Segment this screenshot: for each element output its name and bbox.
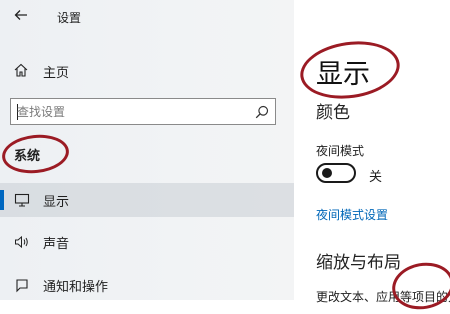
sidebar-item-display[interactable]: 显示 bbox=[0, 183, 294, 217]
sidebar-item-home[interactable]: 主页 bbox=[0, 58, 294, 84]
night-mode-toggle[interactable] bbox=[316, 163, 356, 183]
sidebar-item-label: 主页 bbox=[43, 66, 70, 81]
search-icon[interactable] bbox=[255, 104, 269, 119]
sidebar-item-sound[interactable]: 声音 bbox=[0, 225, 294, 259]
scale-layout-heading: 缩放与布局 bbox=[316, 253, 401, 273]
speaker-icon bbox=[14, 234, 30, 250]
search-box[interactable] bbox=[10, 98, 276, 125]
toggle-knob bbox=[322, 168, 332, 178]
night-mode-label: 夜间模式 bbox=[316, 144, 365, 158]
sidebar-item-notifications[interactable]: 通知和操作 bbox=[0, 268, 294, 302]
notification-icon bbox=[14, 277, 30, 293]
sidebar-item-label: 显示 bbox=[43, 195, 70, 210]
window-title: 设置 bbox=[57, 11, 82, 25]
night-mode-state: 关 bbox=[369, 170, 383, 185]
sidebar-item-label: 通知和操作 bbox=[43, 280, 109, 295]
monitor-icon bbox=[14, 192, 30, 208]
search-input[interactable] bbox=[17, 102, 245, 121]
sidebar-item-label: 声音 bbox=[43, 237, 70, 252]
home-icon bbox=[13, 62, 29, 78]
color-heading: 颜色 bbox=[316, 103, 350, 123]
night-mode-settings-link[interactable]: 夜间模式设置 bbox=[316, 206, 388, 223]
back-arrow-icon[interactable] bbox=[14, 8, 32, 26]
active-indicator bbox=[0, 190, 4, 210]
